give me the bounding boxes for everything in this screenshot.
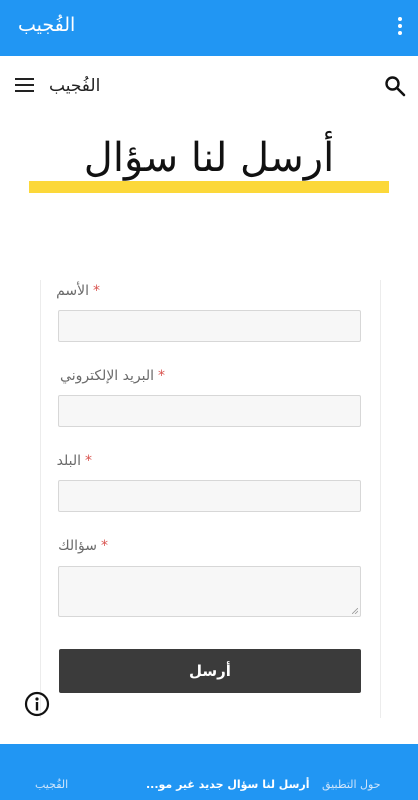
email-label: *البريد الإلكتروني <box>60 368 165 384</box>
app-bar: الفُجيب <box>0 0 418 56</box>
title-underline <box>29 181 389 193</box>
name-field[interactable] <box>58 310 361 342</box>
required-mark: * <box>158 368 165 384</box>
email-field[interactable] <box>58 395 361 427</box>
menu-icon[interactable] <box>15 78 34 94</box>
question-label: *سؤالك <box>58 538 108 554</box>
search-icon[interactable] <box>384 75 406 97</box>
app-title: الفُجيب <box>18 14 76 36</box>
info-icon[interactable] <box>24 691 50 717</box>
country-label: *البلد <box>56 453 92 469</box>
bottom-navigation: الفُجيب أرسل لنا سؤال جديد غير مو... حول… <box>0 744 418 800</box>
site-name[interactable]: الفُجيب <box>49 76 100 96</box>
more-options-icon[interactable] <box>397 17 403 39</box>
required-mark: * <box>93 283 100 299</box>
required-mark: * <box>85 453 92 469</box>
required-mark: * <box>101 538 108 554</box>
submit-button[interactable]: أرسل <box>59 649 361 693</box>
name-label: *الأسم <box>56 283 100 299</box>
page-title: أرسل لنا سؤال <box>83 135 335 181</box>
question-textarea[interactable] <box>58 566 361 617</box>
country-field[interactable] <box>58 480 361 512</box>
nav-item-ask-question[interactable]: أرسل لنا سؤال جديد غير مو... <box>146 778 310 791</box>
nav-item-about[interactable]: حول التطبيق <box>322 778 381 791</box>
site-header: الفُجيب <box>0 56 418 118</box>
nav-item-home[interactable]: الفُجيب <box>35 778 68 791</box>
resize-handle-icon[interactable] <box>352 608 358 614</box>
